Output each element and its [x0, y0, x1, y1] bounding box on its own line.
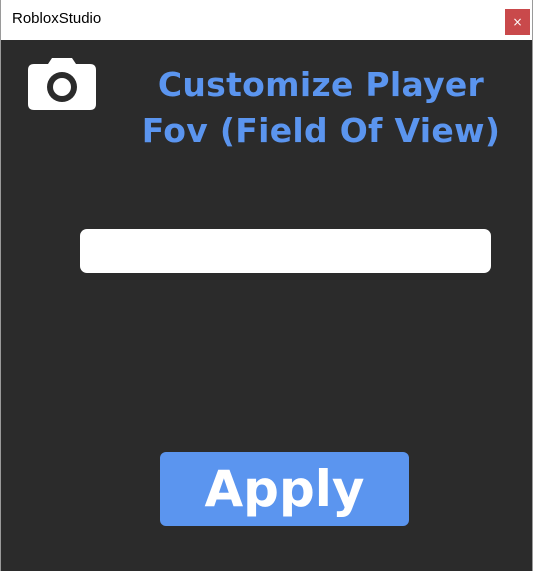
window-title: RobloxStudio [12, 10, 102, 27]
close-button[interactable]: × [505, 9, 530, 35]
page-title-line-1: Customize Player [157, 65, 485, 104]
roblox-studio-window: RobloxStudio × Customize Player Fov (Fie… [0, 0, 533, 571]
page-title-line-2: Fov (Field Of View) [141, 111, 501, 150]
title-bar[interactable]: RobloxStudio × [1, 0, 532, 40]
camera-icon [28, 58, 96, 110]
page-title: Customize Player Fov (Field Of View) [121, 62, 521, 154]
fov-input[interactable] [80, 229, 491, 273]
apply-button[interactable]: Apply [160, 452, 409, 526]
fov-panel: Customize Player Fov (Field Of View) App… [1, 40, 532, 571]
